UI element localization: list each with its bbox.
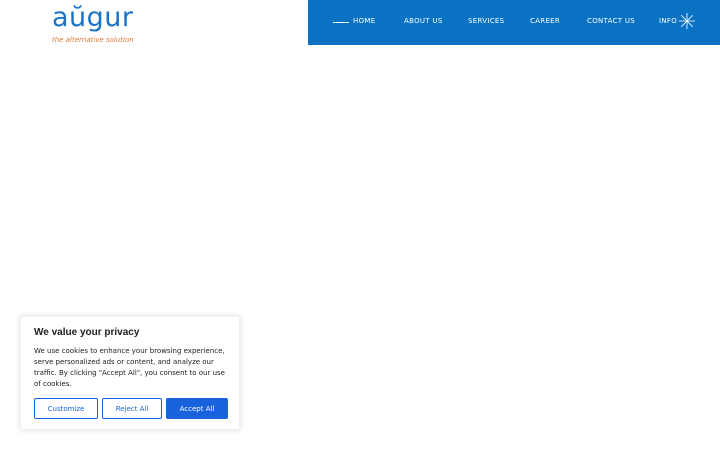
main-navigation: HOME ABOUT US SERVICES CAREER CONTACT US…	[308, 0, 720, 45]
site-logo[interactable]: aŭgur the alternative solution	[52, 3, 142, 47]
logo-wordmark: aŭgur	[52, 2, 134, 33]
cookie-consent-banner: We value your privacy We use cookies to …	[20, 316, 240, 430]
nav-home[interactable]: HOME	[353, 17, 375, 25]
asterisk-star-icon[interactable]	[679, 13, 695, 29]
nav-contact-us[interactable]: CONTACT US	[587, 17, 635, 25]
accept-all-button[interactable]: Accept All	[166, 398, 228, 419]
nav-about-us[interactable]: ABOUT US	[404, 17, 443, 25]
nav-info[interactable]: INFO	[659, 17, 677, 25]
cookie-description: We use cookies to enhance your browsing …	[34, 347, 225, 388]
reject-all-button[interactable]: Reject All	[102, 398, 162, 419]
logo-tagline: the alternative solution	[52, 36, 134, 44]
nav-career[interactable]: CAREER	[530, 17, 560, 25]
active-indicator-line	[333, 22, 349, 23]
nav-services[interactable]: SERVICES	[468, 17, 504, 25]
customize-button[interactable]: Customize	[34, 398, 98, 419]
cookie-title: We value your privacy	[34, 327, 140, 338]
